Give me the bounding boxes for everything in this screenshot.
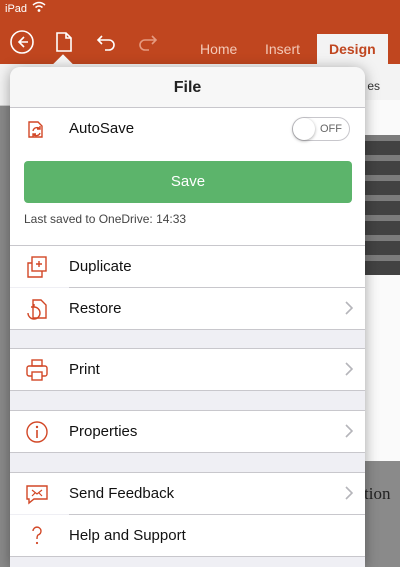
feedback-icon [24,481,50,507]
save-button[interactable]: Save [24,161,352,203]
menu-item-send-feedback[interactable]: Send Feedback [10,473,365,514]
autosave-row: AutoSave OFF [10,108,365,149]
tab-home[interactable]: Home [200,41,237,57]
chevron-right-icon [345,486,354,504]
duplicate-icon [24,254,50,280]
divider [10,329,365,330]
info-icon [24,419,50,445]
menu-item-duplicate[interactable]: Duplicate [10,246,365,287]
menu-item-label: Print [69,361,100,378]
file-icon[interactable] [50,28,78,56]
menu-item-help-and-support[interactable]: Help and Support [10,515,365,556]
document-text-fragment: tion [364,484,391,503]
print-icon [24,357,50,383]
toggle-knob [293,118,315,140]
divider [10,556,365,557]
popover-title: File [10,67,365,108]
chevron-right-icon [345,424,354,442]
menu-item-print[interactable]: Print [10,349,365,390]
menu-item-label: Properties [69,423,138,440]
tab-design[interactable]: Design [317,34,388,64]
redo-icon[interactable] [134,28,162,56]
help-icon [24,523,50,549]
restore-icon [24,296,50,322]
autosave-label: AutoSave [69,120,135,137]
chevron-right-icon [345,362,354,380]
last-saved-text: Last saved to OneDrive: 14:33 [24,212,187,226]
menu-item-label: Send Feedback [69,485,175,502]
menu-item-label: Help and Support [69,527,186,544]
autosave-toggle[interactable]: OFF [292,117,350,141]
autosave-icon [24,116,50,142]
undo-icon[interactable] [92,28,120,56]
toggle-state: OFF [320,123,342,135]
chevron-right-icon [345,301,354,319]
menu-item-restore[interactable]: Restore [10,288,365,329]
divider [10,390,365,391]
carrier-label: iPad [5,3,28,15]
ribbon-fragment: es [367,79,380,93]
menu-item-properties[interactable]: Properties [10,411,365,452]
status-bar: iPad [0,0,400,20]
divider [10,452,365,453]
save-section: Save Last saved to OneDrive: 14:33 [10,149,365,245]
back-icon[interactable] [8,28,36,56]
tab-insert[interactable]: Insert [265,41,300,57]
file-menu-popover: File AutoSave OFF Save Last saved to One… [10,67,365,567]
wifi-icon [32,1,46,16]
menu-item-label: Duplicate [69,258,132,275]
menu-item-label: Restore [69,300,122,317]
